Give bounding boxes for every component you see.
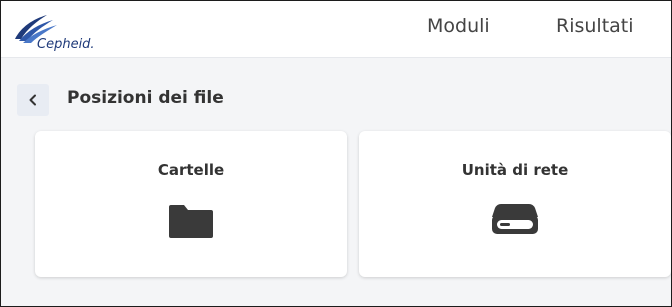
- card-network-drive-label: Unità di rete: [461, 161, 569, 179]
- nav-risultati[interactable]: Risultati: [556, 15, 634, 37]
- folder-icon: [169, 205, 213, 238]
- card-network-drive[interactable]: Unità di rete: [359, 131, 671, 277]
- hard-drive-icon: [492, 204, 538, 234]
- back-button[interactable]: [17, 84, 49, 116]
- card-folders[interactable]: Cartelle: [35, 131, 347, 277]
- cepheid-logo: Cepheid.: [13, 13, 123, 53]
- top-bar: Cepheid. Moduli Risultati: [1, 1, 671, 58]
- app-window: Cepheid. Moduli Risultati Posizioni dei …: [0, 0, 672, 307]
- page-title: Posizioni dei file: [67, 88, 224, 108]
- nav-moduli[interactable]: Moduli: [427, 15, 490, 37]
- card-folders-label: Cartelle: [157, 161, 225, 179]
- logo-text: Cepheid.: [37, 37, 95, 52]
- chevron-left-icon: [29, 94, 36, 106]
- page-toolbar: Posizioni dei file: [1, 71, 671, 116]
